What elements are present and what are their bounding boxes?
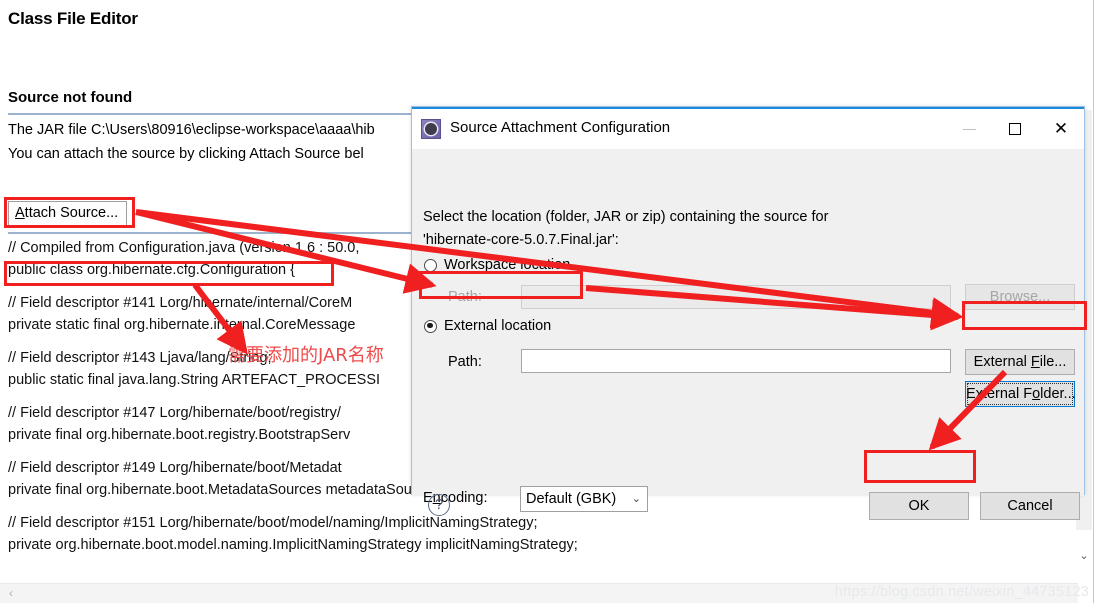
workspace-path-input bbox=[521, 285, 951, 309]
code-line: private final org.hibernate.boot.registr… bbox=[8, 427, 351, 443]
external-file-button[interactable]: External File... bbox=[965, 349, 1075, 375]
page-title: Class File Editor bbox=[8, 9, 138, 28]
radio-workspace-label: Workspace location bbox=[444, 257, 571, 273]
chevron-down-icon: ⌄ bbox=[631, 493, 641, 505]
encoding-selected-value: Default (GBK) bbox=[526, 491, 617, 507]
radio-external-mark bbox=[424, 319, 437, 333]
close-icon[interactable]: ✕ bbox=[1038, 109, 1084, 149]
attach-source-button[interactable]: Attach Source... bbox=[8, 201, 128, 227]
browse-mnemonic: B bbox=[989, 289, 1000, 305]
code-line: // Field descriptor #147 Lorg/hibernate/… bbox=[8, 405, 341, 421]
dialog-description-line-1: Select the location (folder, JAR or zip)… bbox=[423, 209, 829, 225]
scroll-left-icon[interactable]: ‹ bbox=[3, 584, 19, 603]
browse-label-rest: rowse... bbox=[999, 289, 1051, 305]
source-attachment-dialog: Source Attachment Configuration ✕ Select… bbox=[411, 106, 1085, 520]
code-line: // Field descriptor #149 Lorg/hibernate/… bbox=[8, 460, 342, 476]
ok-button[interactable]: OK bbox=[869, 492, 969, 520]
browse-button: Browse... bbox=[965, 284, 1075, 310]
code-line: // Field descriptor #151 Lorg/hibernate/… bbox=[8, 515, 538, 531]
radio-workspace-mark bbox=[424, 258, 437, 272]
workspace-path-label: Path: bbox=[448, 289, 482, 305]
help-icon[interactable]: ? bbox=[428, 494, 450, 516]
code-line: // Compiled from Configuration.java (ver… bbox=[8, 240, 360, 256]
code-line: private static final org.hibernate.inter… bbox=[8, 317, 356, 333]
external-path-label: Path: bbox=[448, 354, 482, 370]
scroll-down-icon[interactable]: ⌄ bbox=[1076, 548, 1092, 565]
gear-icon bbox=[421, 119, 441, 139]
dialog-description-line-2: 'hibernate-core-5.0.7.Final.jar': bbox=[423, 232, 619, 248]
code-line: public class org.hibernate.cfg.Configura… bbox=[8, 262, 295, 278]
code-line: private final org.hibernate.boot.Metadat… bbox=[8, 482, 444, 498]
radio-workspace-location[interactable]: Workspace location bbox=[424, 257, 570, 273]
external-path-input[interactable] bbox=[521, 349, 951, 373]
encoding-combobox[interactable]: Default (GBK) ⌄ bbox=[520, 486, 648, 512]
maximize-icon[interactable] bbox=[992, 109, 1038, 149]
external-folder-button[interactable]: External Folder... bbox=[965, 381, 1076, 407]
radio-external-label: External location bbox=[444, 318, 552, 334]
message-line-2: You can attach the source by clicking At… bbox=[8, 146, 364, 162]
horizontal-scrollbar[interactable]: ‹ bbox=[0, 583, 1078, 603]
attach-source-mnemonic: A bbox=[15, 205, 25, 221]
minimize-icon[interactable] bbox=[946, 109, 992, 149]
message-line-1: The JAR file C:\Users\80916\eclipse-work… bbox=[8, 122, 375, 138]
cancel-button[interactable]: Cancel bbox=[980, 492, 1080, 520]
dialog-titlebar[interactable]: Source Attachment Configuration ✕ bbox=[412, 107, 1084, 149]
external-folder-mnemonic: o bbox=[1032, 386, 1041, 402]
chinese-annotation: 需要添加的JAR名称 bbox=[228, 345, 384, 366]
radio-external-location[interactable]: External location bbox=[424, 318, 551, 334]
code-line: private org.hibernate.boot.model.naming.… bbox=[8, 537, 578, 553]
attach-source-label: ttach Source... bbox=[24, 205, 119, 221]
dialog-title: Source Attachment Configuration bbox=[450, 119, 671, 136]
code-line: public static final java.lang.String ART… bbox=[8, 372, 381, 388]
section-heading: Source not found bbox=[8, 89, 133, 106]
dialog-body: Select the location (folder, JAR or zip)… bbox=[412, 149, 1084, 520]
external-file-mnemonic: F bbox=[1030, 354, 1040, 370]
code-line: // Field descriptor #141 Lorg/hibernate/… bbox=[8, 295, 353, 311]
